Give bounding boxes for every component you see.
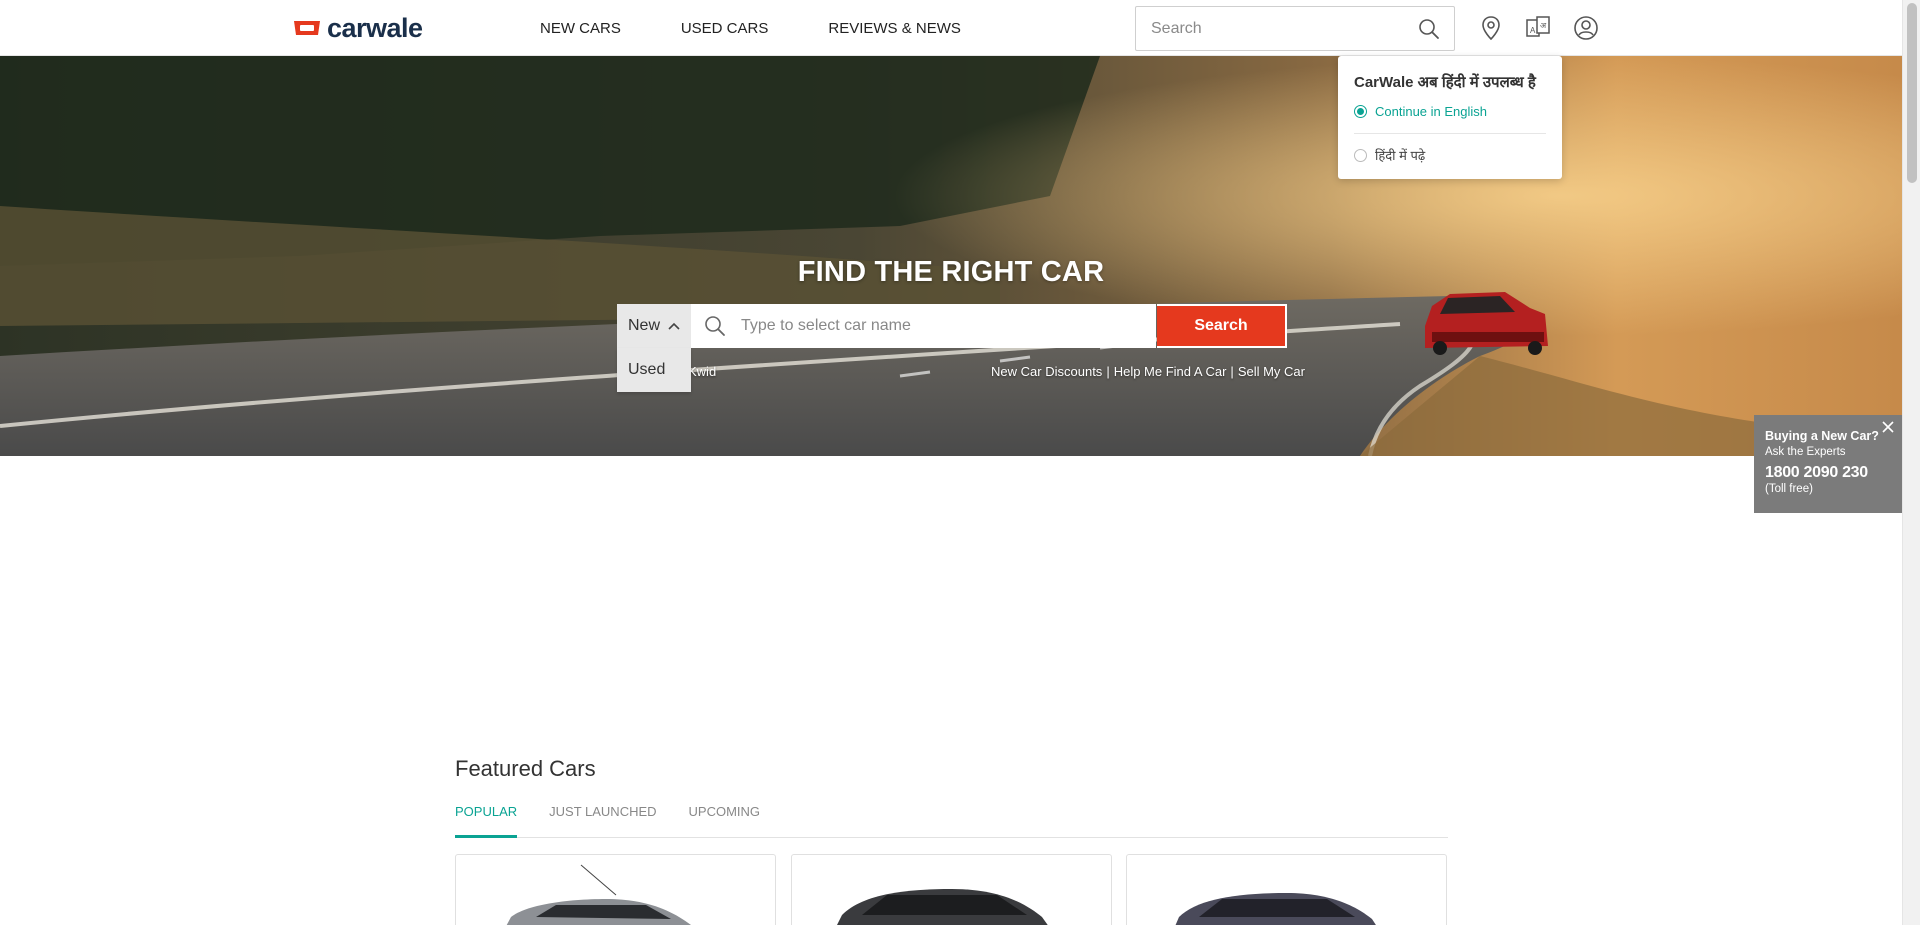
car-name-field — [691, 304, 1156, 348]
scrollbar-thumb[interactable] — [1907, 3, 1917, 183]
tab-popular[interactable]: POPULAR — [455, 796, 518, 838]
car-type-option-used[interactable]: Used — [617, 348, 691, 392]
nav-reviews-news[interactable]: REVIEWS & NEWS — [828, 20, 961, 37]
featured-car-card[interactable] — [1126, 854, 1447, 925]
car-type-selected: New — [628, 317, 661, 334]
hero-title: FIND THE RIGHT CAR — [797, 256, 1105, 288]
hero-quick-links: New Car Discounts | Help Me Find A Car |… — [991, 364, 1305, 379]
language-option-english-label: Continue in English — [1375, 104, 1488, 119]
page-scrollbar[interactable] — [1902, 0, 1920, 925]
tab-just-launched[interactable]: JUST LAUNCHED — [549, 796, 656, 838]
car-thumbnail-image — [837, 889, 1048, 925]
language-option-hindi-label: हिंदी में पढ़े — [1375, 148, 1426, 163]
language-option-hindi[interactable]: हिंदी में पढ़े — [1354, 146, 1546, 164]
search-icon[interactable] — [1418, 18, 1440, 40]
close-icon[interactable] — [1882, 421, 1894, 433]
featured-car-card[interactable] — [455, 854, 776, 925]
expert-phone-number[interactable]: 1800 2090 230 — [1765, 464, 1891, 482]
site-header: carwale NEW CARS USED CARS REVIEWS & NEW… — [0, 0, 1902, 56]
main-nav: NEW CARS USED CARS REVIEWS & NEWS — [540, 0, 1021, 56]
featured-cars-title: Featured Cars — [455, 756, 596, 781]
trending-car-link[interactable]: Kwid — [688, 364, 716, 379]
svg-text:A: A — [1530, 26, 1536, 35]
link-separator: | — [1106, 364, 1110, 379]
help-me-find-a-car-link[interactable]: Help Me Find A Car — [1114, 364, 1227, 379]
nav-used-cars[interactable]: USED CARS — [681, 20, 769, 37]
logo-text: carwale — [327, 12, 423, 43]
new-car-discounts-link[interactable]: New Car Discounts — [991, 364, 1102, 379]
car-search-bar: New Search — [617, 304, 1287, 348]
car-name-input[interactable] — [741, 304, 1141, 348]
nav-new-cars[interactable]: NEW CARS — [540, 20, 621, 37]
carwale-logo[interactable]: carwale — [292, 12, 423, 43]
expert-popup-heading: Buying a New Car? — [1765, 429, 1879, 443]
svg-text:अ: अ — [1540, 21, 1547, 30]
language-popover-title: CarWale अब हिंदी में उपलब्ध है — [1354, 74, 1536, 91]
language-popover: CarWale अब हिंदी में उपलब्ध है Continue … — [1338, 56, 1562, 179]
carwale-logo-icon — [294, 21, 320, 35]
car-thumbnail-image — [506, 864, 691, 925]
chevron-up-icon — [668, 322, 680, 330]
radio-selected-icon[interactable] — [1354, 105, 1367, 118]
tab-upcoming[interactable]: UPCOMING — [689, 796, 761, 838]
car-thumbnail-image — [1175, 893, 1376, 925]
hero-banner: FIND THE RIGHT CAR — [0, 56, 1902, 456]
radio-unselected-icon[interactable] — [1354, 148, 1367, 162]
user-account-icon[interactable] — [1572, 14, 1600, 42]
featured-tabs: POPULAR JUST LAUNCHED UPCOMING — [455, 796, 1448, 838]
featured-car-card[interactable] — [791, 854, 1112, 925]
hero-search-button[interactable]: Search — [1157, 304, 1287, 348]
language-option-english[interactable]: Continue in English — [1354, 104, 1546, 134]
sell-my-car-link[interactable]: Sell My Car — [1238, 364, 1305, 379]
header-search-input[interactable] — [1151, 7, 1411, 50]
car-type-dropdown[interactable]: New — [617, 304, 691, 348]
location-pin-icon[interactable] — [1477, 14, 1505, 42]
language-icon[interactable]: A अ — [1524, 14, 1552, 42]
expert-toll-free-note: (Toll free) — [1765, 483, 1813, 495]
header-search-box — [1135, 6, 1455, 51]
search-icon — [705, 316, 725, 336]
link-separator: | — [1230, 364, 1234, 379]
ask-experts-popup[interactable]: Buying a New Car? Ask the Experts 1800 2… — [1754, 415, 1902, 513]
expert-popup-subheading: Ask the Experts — [1765, 446, 1846, 458]
